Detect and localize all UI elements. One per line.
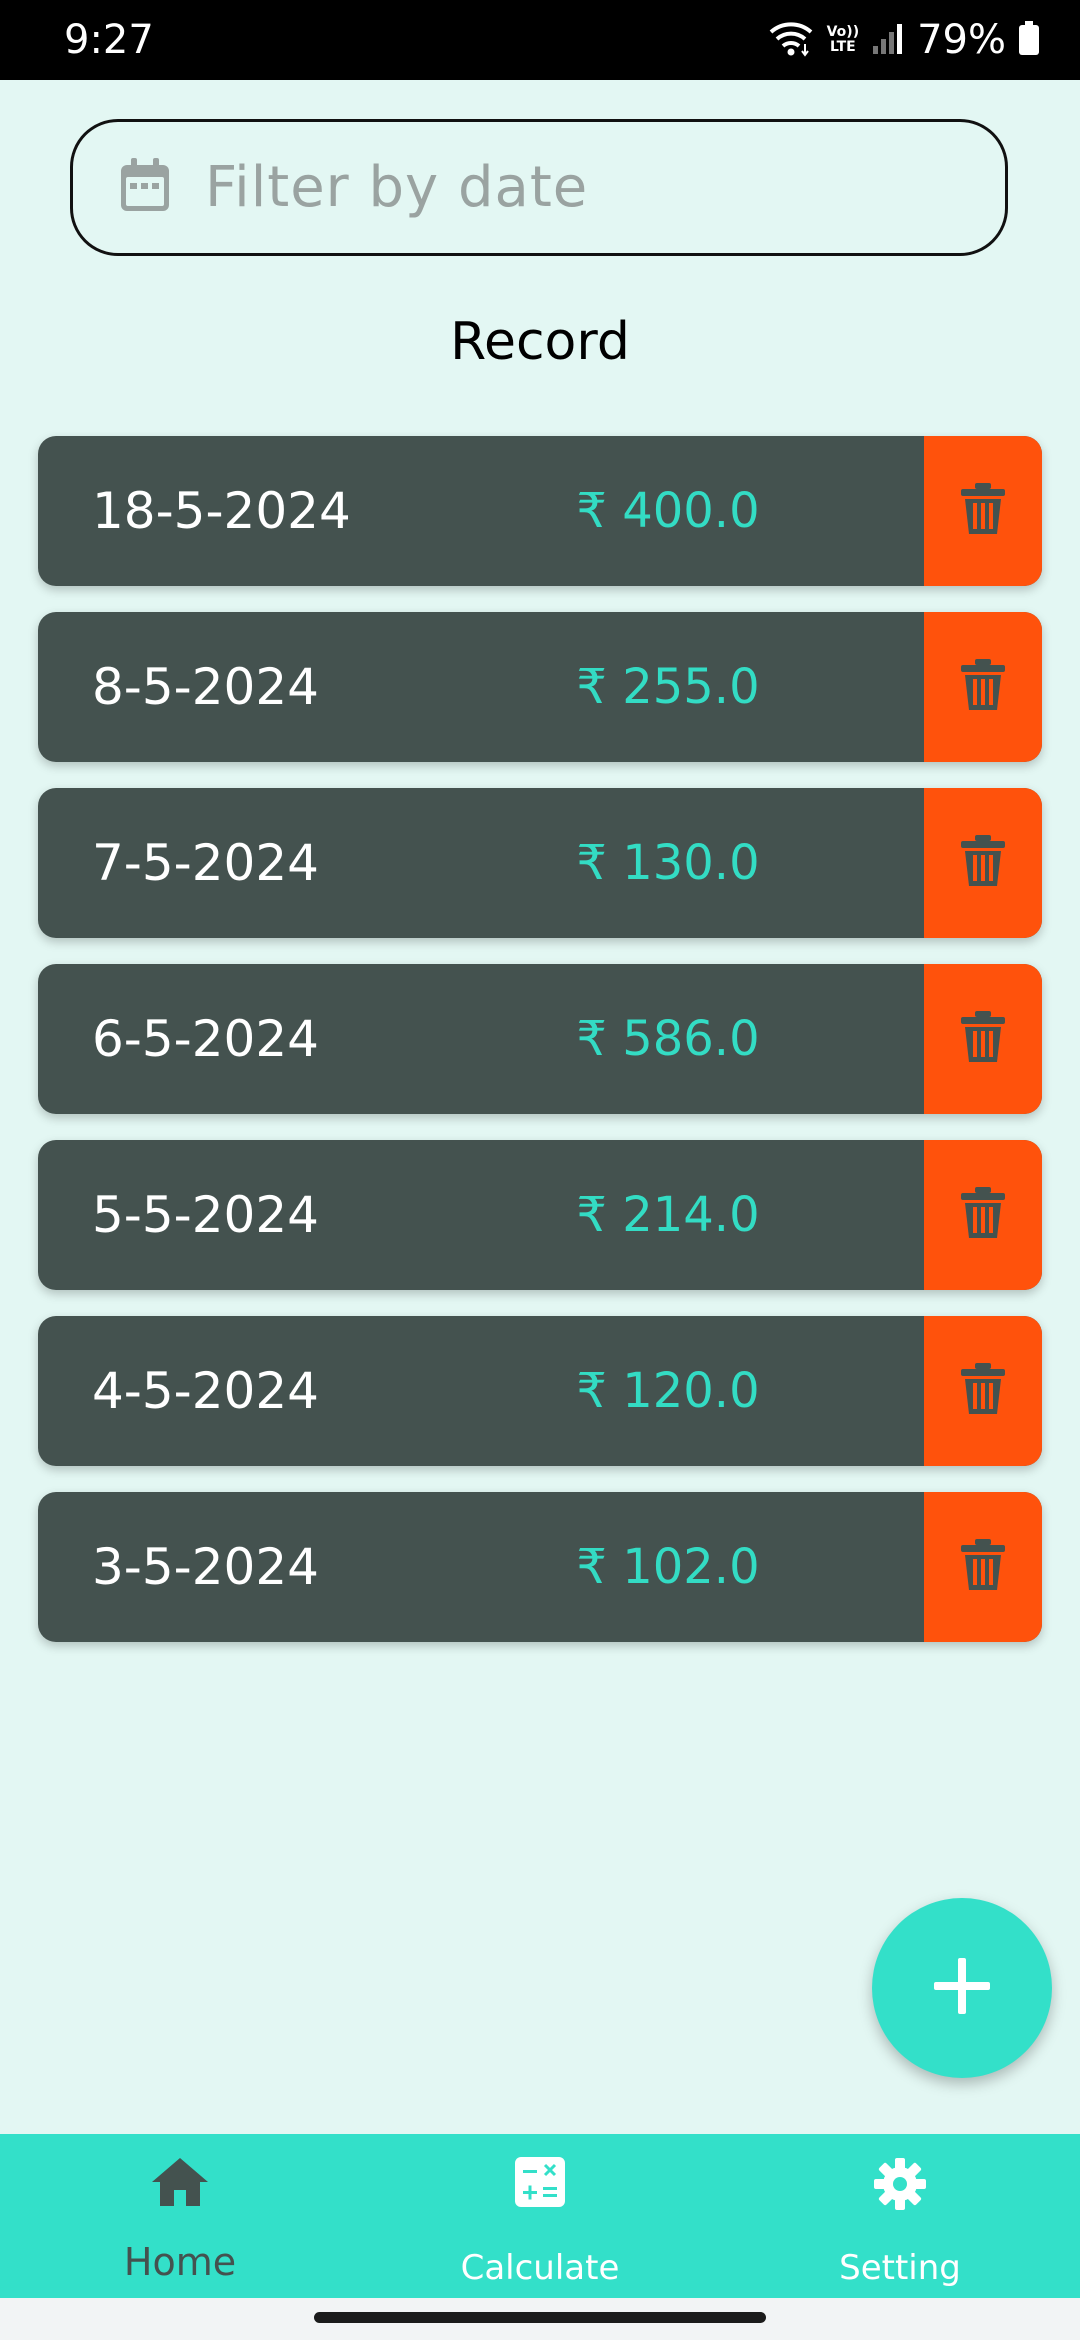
record-date: 5-5-2024 [92, 1186, 319, 1244]
trash-icon [960, 1186, 1006, 1245]
record-item[interactable]: 7-5-2024 ₹ 130.0 [38, 788, 1042, 938]
app-screen: 9:27 Vo)) LTE 79% Filter by date Record … [0, 0, 1080, 2340]
delete-button[interactable] [924, 964, 1042, 1114]
home-gesture-handle[interactable] [314, 2312, 766, 2323]
calendar-icon [119, 157, 171, 218]
filter-date-input[interactable] [203, 154, 927, 221]
record-amount: ₹ 255.0 [576, 659, 760, 715]
signal-icon [871, 20, 905, 61]
delete-button[interactable] [924, 1316, 1042, 1466]
wifi-icon [767, 18, 815, 63]
plus-icon [932, 1956, 992, 2021]
status-bar: 9:27 Vo)) LTE 79% [0, 0, 1080, 80]
nav-item-setting[interactable]: Setting [750, 2134, 1050, 2298]
trash-icon [960, 482, 1006, 541]
record-amount: ₹ 586.0 [576, 1011, 760, 1067]
record-item[interactable]: 4-5-2024 ₹ 120.0 [38, 1316, 1042, 1466]
bottom-navigation: Home Calculate Setting [0, 2134, 1080, 2298]
record-amount: ₹ 120.0 [576, 1363, 760, 1419]
record-item[interactable]: 18-5-2024 ₹ 400.0 [38, 436, 1042, 586]
nav-label-home: Home [123, 2240, 237, 2284]
record-date: 8-5-2024 [92, 658, 319, 716]
record-date: 7-5-2024 [92, 834, 319, 892]
trash-icon [960, 834, 1006, 893]
delete-button[interactable] [924, 612, 1042, 762]
record-date: 4-5-2024 [92, 1362, 319, 1420]
nav-label-calculate: Calculate [460, 2248, 620, 2288]
trash-icon [960, 1538, 1006, 1597]
home-icon [150, 2156, 210, 2212]
record-list: 18-5-2024 ₹ 400.0 8-5-2024 ₹ 255.0 7-5-2… [38, 436, 1042, 1668]
delete-button[interactable] [924, 1492, 1042, 1642]
record-item[interactable]: 5-5-2024 ₹ 214.0 [38, 1140, 1042, 1290]
record-item[interactable]: 8-5-2024 ₹ 255.0 [38, 612, 1042, 762]
nav-item-home[interactable]: Home [30, 2134, 330, 2298]
delete-button[interactable] [924, 1140, 1042, 1290]
trash-icon [960, 658, 1006, 717]
gear-icon [872, 2156, 928, 2212]
record-amount: ₹ 102.0 [576, 1539, 760, 1595]
record-item[interactable]: 6-5-2024 ₹ 586.0 [38, 964, 1042, 1114]
record-amount: ₹ 130.0 [576, 835, 760, 891]
status-icons: Vo)) LTE 79% [767, 18, 1040, 62]
system-gesture-bar [0, 2298, 1080, 2340]
nav-item-calculate[interactable]: Calculate [390, 2134, 690, 2298]
delete-button[interactable] [924, 436, 1042, 586]
record-amount: ₹ 214.0 [576, 1187, 760, 1243]
delete-button[interactable] [924, 788, 1042, 938]
record-amount: ₹ 400.0 [576, 483, 760, 539]
record-date: 6-5-2024 [92, 1010, 319, 1068]
status-time: 9:27 [64, 17, 154, 63]
trash-icon [960, 1010, 1006, 1069]
battery-icon [1018, 20, 1040, 61]
record-date: 18-5-2024 [92, 482, 351, 540]
record-item[interactable]: 3-5-2024 ₹ 102.0 [38, 1492, 1042, 1642]
page-title: Record [450, 312, 630, 372]
volte-indicator: Vo)) LTE [826, 24, 860, 55]
battery-percent: 79% [917, 17, 1006, 63]
calculator-icon [514, 2156, 566, 2212]
filter-by-date-field[interactable] [70, 119, 1008, 256]
record-date: 3-5-2024 [92, 1538, 319, 1596]
add-record-button[interactable] [872, 1898, 1052, 2078]
nav-label-setting: Setting [839, 2248, 961, 2288]
trash-icon [960, 1362, 1006, 1421]
